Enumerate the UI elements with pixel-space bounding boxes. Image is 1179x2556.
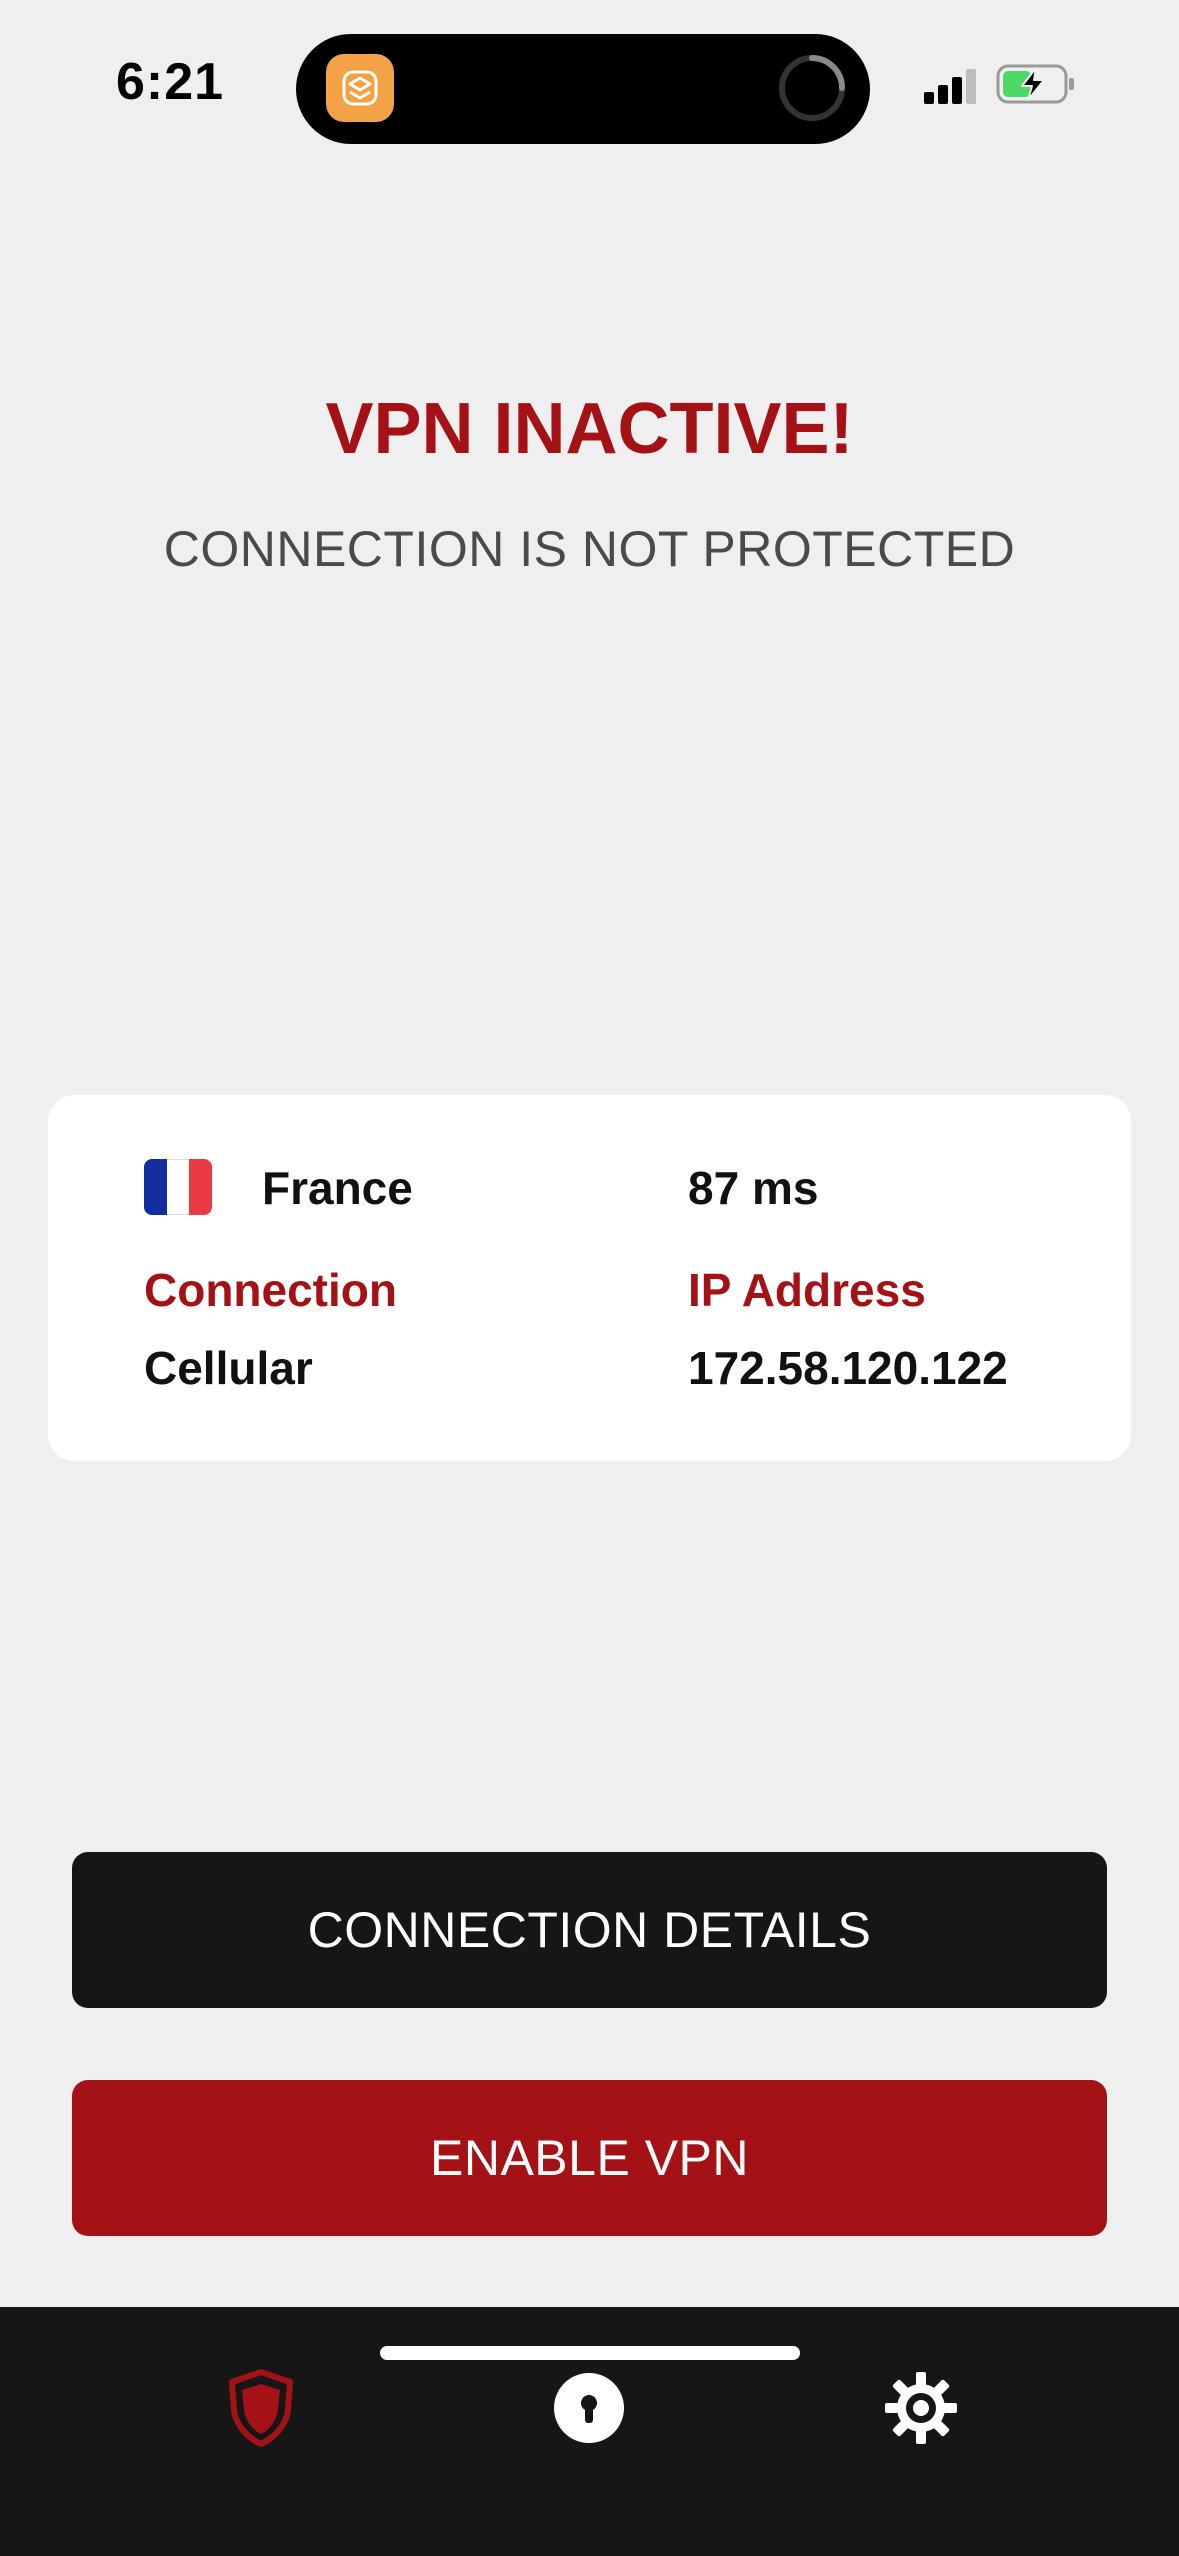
server-country: France: [262, 1162, 413, 1214]
status-time: 6:21: [116, 53, 225, 111]
latency-value: 87 ms: [688, 1162, 819, 1214]
battery-charging-icon: [996, 62, 1078, 106]
france-flag-icon: [144, 1159, 212, 1215]
dynamic-island[interactable]: [296, 34, 870, 144]
connection-label: Connection: [144, 1264, 397, 1316]
tab-security[interactable]: [544, 2363, 634, 2453]
gear-icon: [885, 2372, 957, 2444]
vpn-status-title: VPN INACTIVE!: [325, 389, 854, 469]
tab-vpn[interactable]: [216, 2363, 306, 2453]
activity-spinner-icon: [778, 54, 846, 122]
connection-info-card: France 87 ms Connection IP Address Cellu…: [48, 1095, 1131, 1461]
enable-vpn-button[interactable]: ENABLE VPN: [72, 2080, 1107, 2236]
vpn-status-subtitle: CONNECTION IS NOT PROTECTED: [163, 521, 1016, 577]
connection-details-button[interactable]: CONNECTION DETAILS: [72, 1852, 1107, 2008]
keyhole-icon: [554, 2373, 624, 2443]
ip-address-label: IP Address: [688, 1264, 926, 1316]
cellular-signal-icon: [922, 66, 980, 106]
tab-bar: [0, 2307, 1179, 2556]
home-indicator[interactable]: [380, 2346, 800, 2360]
connection-value: Cellular: [144, 1342, 313, 1394]
ip-address-value: 172.58.120.122: [688, 1342, 1008, 1394]
app-layers-icon: [326, 54, 394, 122]
tab-settings[interactable]: [876, 2363, 966, 2453]
status-bar: 6:21: [0, 0, 1179, 170]
shield-icon: [229, 2369, 293, 2447]
